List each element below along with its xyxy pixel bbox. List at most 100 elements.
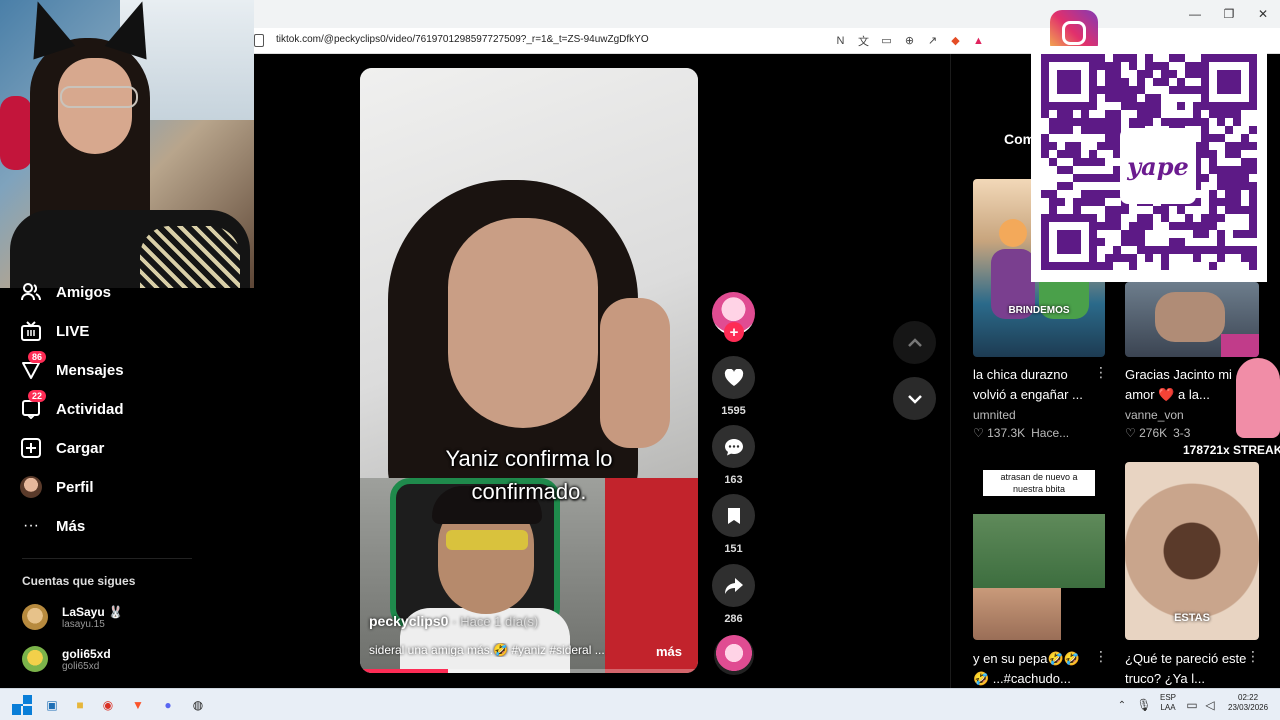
card-meta: ♡ 137.3K Hace... (973, 426, 1069, 440)
like-count: 1595 (721, 405, 746, 417)
sidebar-item-amigos[interactable]: Amigos (20, 280, 111, 304)
caption-line-2: confirmado. (471, 479, 587, 504)
following-item-lasayu[interactable]: LaSayu 🐰 lasayu.15 (22, 604, 123, 630)
follow-plus-button[interactable]: + (724, 322, 744, 342)
video-progress-fill (360, 669, 448, 673)
save-button[interactable] (712, 494, 755, 537)
sidebar-item-label: Más (56, 517, 86, 535)
url-text[interactable]: tiktok.com/@peckyclips0/video/7619701298… (276, 34, 649, 45)
webcam-glasses (60, 86, 138, 108)
sidebar-item-mas[interactable]: ··· Más (20, 514, 85, 538)
card-title[interactable]: la chica durazno volvió a engañar ... (973, 365, 1099, 405)
comment-button[interactable] (712, 425, 755, 468)
sidebar-item-label: Actividad (56, 400, 124, 418)
video-thumbnail[interactable]: ESTAS (1125, 462, 1259, 640)
patrick-sticker (1236, 358, 1280, 438)
chevron-up-icon[interactable]: ⌃ (1112, 695, 1132, 715)
discord-icon[interactable]: ● (158, 695, 178, 715)
thumbnail-text: BRINDEMOS (1008, 305, 1070, 316)
chevron-up-icon (907, 337, 922, 347)
kebab-menu-icon[interactable]: ⋮ (1246, 648, 1260, 665)
share-icon[interactable]: ↗ (924, 32, 941, 49)
brave-shield-icon[interactable]: ◆ (947, 32, 964, 49)
share-count: 286 (724, 613, 743, 625)
webcam-microphone (0, 96, 32, 170)
sidebar-item-actividad[interactable]: 22 Actividad (20, 390, 124, 421)
cast-icon[interactable]: ▭ (878, 32, 895, 49)
windows-start-icon[interactable] (12, 695, 32, 715)
sidebar-item-cargar[interactable]: Cargar (20, 436, 104, 460)
following-name: LaSayu 🐰 (62, 604, 123, 619)
no-translate-icon[interactable]: N (832, 32, 849, 49)
window-controls: — ❐ ✕ (1178, 0, 1280, 28)
maximize-icon[interactable]: ❐ (1212, 0, 1246, 28)
video-thumbnail[interactable] (1125, 282, 1259, 357)
webcam-pattern (140, 226, 240, 288)
network-icon[interactable]: ▭ (1182, 695, 1202, 715)
minimize-icon[interactable]: — (1178, 0, 1212, 28)
card-title[interactable]: y en su pepa🤣🤣 🤣 ...#cachudo... (973, 649, 1099, 689)
chevron-down-icon (907, 394, 922, 404)
video-username[interactable]: peckyclips0 (369, 613, 448, 629)
obs-icon[interactable]: ◍ (188, 695, 208, 715)
heart-icon (724, 368, 743, 386)
translate-icon[interactable]: 文 (855, 32, 872, 49)
thumbnail-caption: atrasan de nuevo a nuestra bbita (983, 470, 1095, 496)
video-thumbnail[interactable]: atrasan de nuevo a nuestra bbita (973, 462, 1105, 640)
following-avatar (22, 646, 48, 672)
file-explorer-icon[interactable]: ■ (70, 695, 90, 715)
zoom-icon[interactable]: ⊕ (901, 32, 918, 49)
card-time: Hace... (1031, 426, 1070, 440)
activity-icon: 22 (20, 390, 47, 420)
webcam-overlay (0, 0, 254, 288)
previous-video-button[interactable] (893, 321, 936, 364)
card-time: 3-3 (1173, 426, 1191, 440)
next-video-button[interactable] (893, 377, 936, 420)
video-author[interactable]: peckyclips0 · Hace 1 día(s) (369, 613, 538, 629)
like-button[interactable] (712, 356, 755, 399)
close-icon[interactable]: ✕ (1246, 0, 1280, 28)
left-sidebar: Amigos LIVE 86 Mensajes 22 Actividad Car… (0, 283, 254, 688)
video-face (448, 218, 598, 428)
video-player[interactable]: Yaniz confirma lo confirmado. peckyclips… (360, 68, 698, 673)
rewards-icon[interactable]: ▲ (970, 32, 987, 49)
card-title[interactable]: Gracias Jacinto mi amor ❤️ a la... (1125, 365, 1251, 405)
sidebar-item-live[interactable]: LIVE (20, 319, 89, 343)
friends-icon (20, 281, 42, 303)
share-button[interactable] (712, 564, 755, 607)
following-username: goli65xd (62, 660, 100, 672)
video-progress-bar[interactable] (360, 669, 698, 673)
card-likes: ♡ 137.3K (973, 426, 1026, 440)
kebab-menu-icon[interactable]: ⋮ (1094, 648, 1108, 665)
language-indicator[interactable]: ESP LAA (1160, 693, 1176, 713)
sidebar-item-mensajes[interactable]: 86 Mensajes (20, 351, 124, 382)
task-view-icon[interactable]: ▣ (42, 695, 62, 715)
sidebar-item-label: Cargar (56, 439, 105, 457)
brave-icon[interactable]: ▼ (128, 695, 148, 715)
yape-logo: yape (1120, 128, 1196, 204)
microphone-icon[interactable]: 🎙 (1134, 695, 1154, 715)
upload-icon (20, 437, 42, 459)
taskbar: ▣ ■ ◉ ▼ ● ◍ ⌃ 🎙 ESP LAA ▭ ◁ 02:22 23/03/… (0, 688, 1280, 720)
comment-count: 163 (724, 474, 743, 486)
kebab-menu-icon[interactable]: ⋮ (1094, 364, 1108, 381)
sound-disc[interactable] (714, 635, 754, 675)
video-time: · Hace 1 día(s) (452, 614, 539, 629)
volume-icon[interactable]: ◁ (1200, 695, 1220, 715)
clock[interactable]: 02:22 23/03/2026 (1228, 693, 1268, 713)
address-tools: N 文 ▭ ⊕ ↗ ◆ ▲ (832, 32, 987, 49)
sidebar-item-label: Amigos (56, 283, 112, 301)
following-item-goli65xd[interactable]: goli65xd goli65xd (22, 646, 111, 672)
card-likes: ♡ 276K (1125, 426, 1168, 440)
more-link[interactable]: más (656, 644, 682, 659)
card-author[interactable]: umnited (973, 408, 1016, 422)
chrome-icon[interactable]: ◉ (98, 695, 118, 715)
card-title[interactable]: ¿Qué te pareció este truco? ¿Ya l... (1125, 649, 1251, 689)
card-meta: ♡ 276K 3-3 (1125, 426, 1190, 440)
card-author[interactable]: vanne_von (1125, 408, 1184, 422)
save-count: 151 (724, 543, 743, 555)
sidebar-item-perfil[interactable]: Perfil (20, 475, 94, 499)
streak-counter: 178721x STREAK (1183, 443, 1280, 457)
sidebar-divider (22, 558, 192, 559)
sidebar-item-label: Perfil (56, 478, 94, 496)
